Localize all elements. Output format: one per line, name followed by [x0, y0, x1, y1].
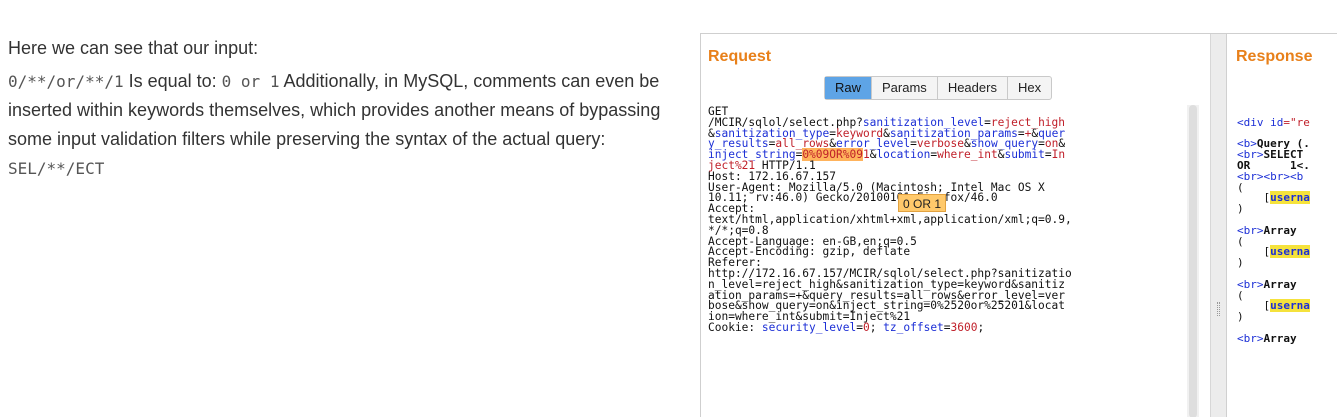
decode-tooltip: 0 OR 1 — [898, 194, 947, 212]
response-line: <br>Array — [1237, 331, 1337, 345]
request-line: Accept-Encoding: gzip, deflate — [708, 246, 1186, 258]
code-token: where_int — [937, 148, 998, 162]
code-token: <br> — [1237, 331, 1264, 345]
code-token: Array — [1263, 223, 1297, 237]
code-token: userna — [1270, 299, 1310, 313]
equal-code: 0 or 1 — [221, 72, 280, 91]
panel-splitter[interactable] — [1211, 34, 1227, 417]
request-scrollbar[interactable] — [1187, 105, 1199, 417]
response-line: <div id="re — [1237, 115, 1337, 129]
request-scroll-thumb[interactable] — [1189, 105, 1197, 417]
keyword-code: SEL/**/ECT — [8, 159, 105, 178]
response-line: <br>Array — [1237, 277, 1337, 291]
code-token: 1 — [862, 148, 870, 162]
code-token: = — [856, 320, 863, 334]
code-token: location — [876, 148, 931, 162]
tab-hex[interactable]: Hex — [1008, 77, 1051, 99]
code-token: ; — [869, 320, 884, 334]
response-code: <div id="re <b>Query (. <br>SELECT OR 1<. <… — [1237, 105, 1337, 417]
code-token: Array — [1263, 277, 1297, 291]
code-token: 3600 — [950, 320, 978, 334]
burp-screenshot: Request Raw Params Headers Hex GET/MCIR/… — [700, 33, 1337, 417]
equal-text: Is equal to: — [123, 71, 222, 91]
code-token: security_level — [761, 320, 857, 334]
response-line: <br><br><b — [1237, 169, 1337, 183]
response-line: <br>Array — [1237, 223, 1337, 237]
code-token: <br><br><b — [1237, 169, 1304, 183]
code-token: = — [943, 320, 951, 334]
input-code: 0/**/or/**/1 — [8, 72, 124, 91]
tab-params[interactable]: Params — [872, 77, 938, 99]
response-line: ) — [1237, 311, 1337, 323]
code-token: ; — [977, 320, 985, 334]
request-line: text/html,application/xhtml+xml,applicat… — [708, 214, 1186, 226]
explanation-paragraph: 0/**/or/**/1 Is equal to: 0 or 1 Additio… — [8, 67, 688, 183]
response-title: Response — [1236, 48, 1313, 65]
response-line: [userna — [1237, 245, 1337, 259]
code-token: userna — [1270, 245, 1310, 259]
request-code: GET/MCIR/sqlol/select.php?sanitization_l… — [708, 105, 1186, 334]
code-token: Cookie: — [708, 320, 762, 334]
code-token: 0 — [862, 320, 870, 334]
code-token: id — [1270, 115, 1284, 129]
request-line: 10.11; rv:46.0) Gecko/20100101 Firefox/4… — [708, 192, 1186, 204]
code-token: Array — [1263, 331, 1297, 345]
intro-paragraph: Here we can see that our input: — [8, 38, 259, 58]
code-token: tz_offset — [883, 320, 944, 334]
tab-headers[interactable]: Headers — [938, 77, 1008, 99]
splitter-grip-icon — [1217, 302, 1220, 316]
response-panel: Response <div id="re <b>Query (. <br>SELE… — [1228, 34, 1337, 417]
request-tabs: Raw Params Headers Hex — [824, 76, 1053, 100]
response-line: ) — [1237, 257, 1337, 269]
request-line: Cookie: security_level=0; tz_offset=3600… — [708, 320, 1186, 334]
code-token: submit — [1004, 148, 1045, 162]
response-line: [userna — [1237, 299, 1337, 313]
article-text: Here we can see that our input: 0/**/or/… — [8, 34, 688, 187]
response-line: ) — [1237, 203, 1337, 215]
response-line: [userna — [1237, 191, 1337, 205]
code-token: In — [1051, 148, 1066, 162]
request-editor[interactable]: GET/MCIR/sqlol/select.php?sanitization_l… — [708, 105, 1186, 417]
tab-raw[interactable]: Raw — [825, 77, 873, 99]
code-token: userna — [1270, 191, 1310, 205]
code-token: ="re — [1283, 115, 1310, 129]
request-title: Request — [708, 48, 772, 65]
code-token: = — [1044, 148, 1052, 162]
request-panel: Request Raw Params Headers Hex GET/MCIR/… — [701, 34, 1211, 417]
